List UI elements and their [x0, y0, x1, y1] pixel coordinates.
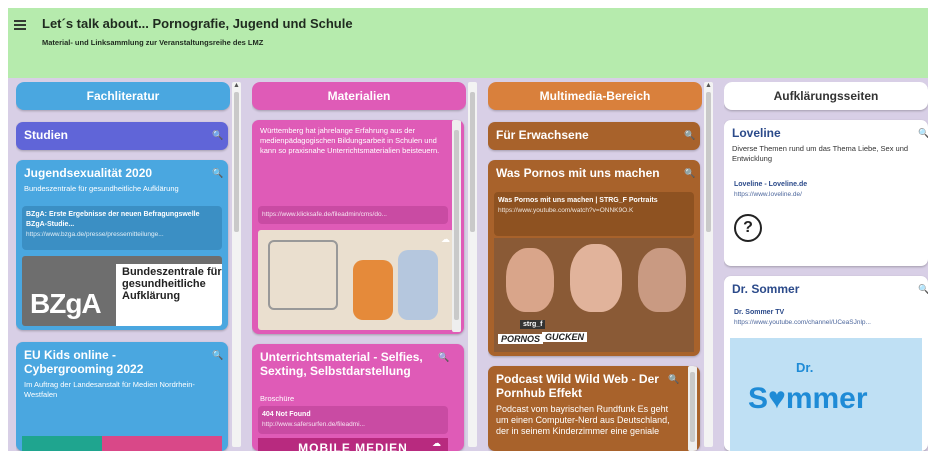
link-url: https://www.youtube.com/watch?v=ONNK9O.K: [498, 207, 634, 214]
link-url: https://www.loveline.de/: [734, 191, 802, 198]
link-preview[interactable]: Dr. Sommer TV https://www.youtube.com/ch…: [730, 304, 922, 334]
post-card-klicksafe[interactable]: Württemberg hat jahrelange Erfahrung aus…: [252, 120, 464, 334]
bzga-logo-image: BZgA Bundeszentrale für gesundheitliche …: [22, 256, 222, 326]
video-tag: strg_f: [520, 320, 546, 329]
column-title: Fachliteratur: [16, 82, 230, 110]
post-card-pornos[interactable]: Was Pornos mit uns machen 🔍 Was Pornos m…: [488, 160, 700, 356]
column-aufklaerung: Aufklärungsseiten Loveline 🔍 Diverse The…: [724, 82, 928, 451]
link-url: https://www.bzga.de/presse/pressemitteil…: [26, 231, 164, 238]
scroll-up-icon[interactable]: ▲: [233, 82, 240, 89]
post-card-dr-sommer[interactable]: Dr. Sommer 🔍 Dr. Sommer TV https://www.y…: [724, 276, 928, 451]
search-icon[interactable]: 🔍: [918, 284, 928, 295]
scroll-up-icon[interactable]: ▲: [705, 82, 712, 89]
card-title: Dr. Sommer: [732, 282, 800, 296]
hamburger-icon[interactable]: [14, 20, 26, 30]
section-card-studien[interactable]: Studien 🔍: [16, 122, 228, 150]
search-icon[interactable]: 🔍: [918, 128, 928, 139]
search-icon[interactable]: 🔍: [684, 130, 695, 141]
logo-letters: mmer: [785, 382, 868, 415]
card-text: Diverse Themen rund um das Thema Liebe, …: [732, 144, 909, 163]
post-card-loveline[interactable]: Loveline 🔍 Diverse Themen rund um das Th…: [724, 120, 928, 266]
card-title: Jugendsexualität 2020: [24, 166, 153, 180]
card-text: Württemberg hat jahrelange Erfahrung aus…: [260, 126, 440, 155]
search-icon[interactable]: 🔍: [438, 352, 449, 363]
column-scrollbar[interactable]: ▲: [704, 82, 713, 447]
link-preview[interactable]: Loveline - Loveline.de https://www.lovel…: [730, 176, 922, 206]
column-scrollbar[interactable]: [468, 82, 477, 447]
column-title: Aufklärungsseiten: [724, 82, 928, 110]
post-card-jugendsexualitaet[interactable]: Jugendsexualität 2020 🔍 Bundeszentrale f…: [16, 160, 228, 330]
search-icon[interactable]: 🔍: [212, 130, 223, 141]
card-subtitle: Im Auftrag der Landesanstalt für Medien …: [24, 380, 195, 399]
preview-image: [22, 436, 222, 451]
cloud-icon[interactable]: ☁: [441, 234, 450, 245]
section-card-erwachsene[interactable]: Für Erwachsene 🔍: [488, 122, 700, 150]
link-title: Loveline - Loveline.de: [734, 181, 808, 188]
column-multimedia: Multimedia-Bereich Für Erwachsene 🔍 Was …: [488, 82, 702, 451]
bzga-logo-mark: BZgA: [30, 288, 102, 319]
link-url: http://www.safersurfen.de/fileadmi...: [262, 421, 365, 428]
link-preview[interactable]: Was Pornos mit uns machen | STRG_F Portr…: [494, 192, 694, 236]
video-thumbnail[interactable]: strg_f PORNOS GUCKEN: [494, 238, 694, 352]
link-url: https://www.youtube.com/channel/UCeaSJnl…: [734, 319, 871, 326]
search-icon[interactable]: 🔍: [212, 350, 223, 361]
card-scrollbar[interactable]: [688, 366, 697, 451]
column-scrollbar[interactable]: ▲: [232, 82, 241, 447]
card-title: Unterrichtsmaterial - Selfies, Sexting, …: [260, 350, 423, 378]
card-subtitle: Bundeszentrale für gesundheitliche Aufkl…: [24, 184, 179, 193]
card-scrollbar[interactable]: [452, 120, 461, 332]
card-title: Was Pornos mit uns machen: [496, 166, 660, 180]
card-title: Studien: [24, 128, 68, 142]
app-header: Let´s talk about... Pornografie, Jugend …: [8, 8, 928, 78]
link-url: https://www.klicksafe.de/fileadmin/cms/d…: [262, 211, 387, 218]
dr-label: Dr.: [796, 360, 814, 375]
card-title: EU Kids online - Cybergrooming 2022: [24, 348, 144, 376]
column-title: Materialien: [252, 82, 466, 110]
column-title: Multimedia-Bereich: [488, 82, 702, 110]
search-icon[interactable]: 🔍: [212, 168, 223, 179]
mobile-medien-banner: MOBILE MEDIEN: [258, 438, 448, 451]
link-title: 404 Not Found: [262, 411, 311, 418]
comic-image: ☁: [258, 230, 454, 330]
link-preview[interactable]: 404 Not Found http://www.safersurfen.de/…: [258, 406, 448, 434]
cloud-icon[interactable]: ☁: [432, 438, 441, 449]
search-icon[interactable]: 🔍: [668, 374, 679, 385]
card-text: Podcast vom bayrischen Rundfunk Es geht …: [496, 404, 670, 436]
card-title: Loveline: [732, 126, 781, 140]
post-card-eu-kids-online[interactable]: EU Kids online - Cybergrooming 2022 🔍 Im…: [16, 342, 228, 451]
card-subtitle: Broschüre: [260, 394, 295, 403]
link-preview[interactable]: https://www.klicksafe.de/fileadmin/cms/d…: [258, 206, 448, 224]
post-card-podcast[interactable]: Podcast Wild Wild Web - Der Pornhub Effe…: [488, 366, 700, 451]
dr-sommer-logo: Dr. S♥mmer: [730, 338, 922, 451]
card-title: Podcast Wild Wild Web - Der Pornhub Effe…: [496, 372, 659, 400]
video-tag: GUCKEN: [542, 332, 588, 342]
page-title: Let´s talk about... Pornografie, Jugend …: [42, 16, 353, 31]
heart-icon: ♥: [768, 382, 786, 415]
logo-letter: S: [748, 382, 769, 415]
card-title: Für Erwachsene: [496, 128, 589, 142]
page-subtitle: Material- und Linksammlung zur Veranstal…: [42, 38, 264, 47]
link-title: Dr. Sommer TV: [734, 309, 785, 316]
padlet-board: Fachliteratur Studien 🔍 Jugendsexualität…: [8, 78, 928, 451]
link-preview[interactable]: BZgA: Erste Ergebnisse der neuen Befragu…: [22, 206, 222, 250]
column-fachliteratur: Fachliteratur Studien 🔍 Jugendsexualität…: [16, 82, 230, 451]
column-materialien: Materialien Württemberg hat jahrelange E…: [252, 82, 466, 451]
bzga-logo-caption: Bundeszentrale für gesundheitliche Aufkl…: [116, 264, 222, 326]
search-icon[interactable]: 🔍: [684, 168, 695, 179]
link-title: Was Pornos mit uns machen | STRG_F Portr…: [498, 197, 658, 204]
link-title: BZgA: Erste Ergebnisse der neuen Befragu…: [26, 211, 200, 228]
post-card-unterrichtsmaterial[interactable]: Unterrichtsmaterial - Selfies, Sexting, …: [252, 344, 464, 451]
video-tag: PORNOS: [498, 334, 544, 344]
question-bubble-icon: ?: [734, 214, 762, 242]
